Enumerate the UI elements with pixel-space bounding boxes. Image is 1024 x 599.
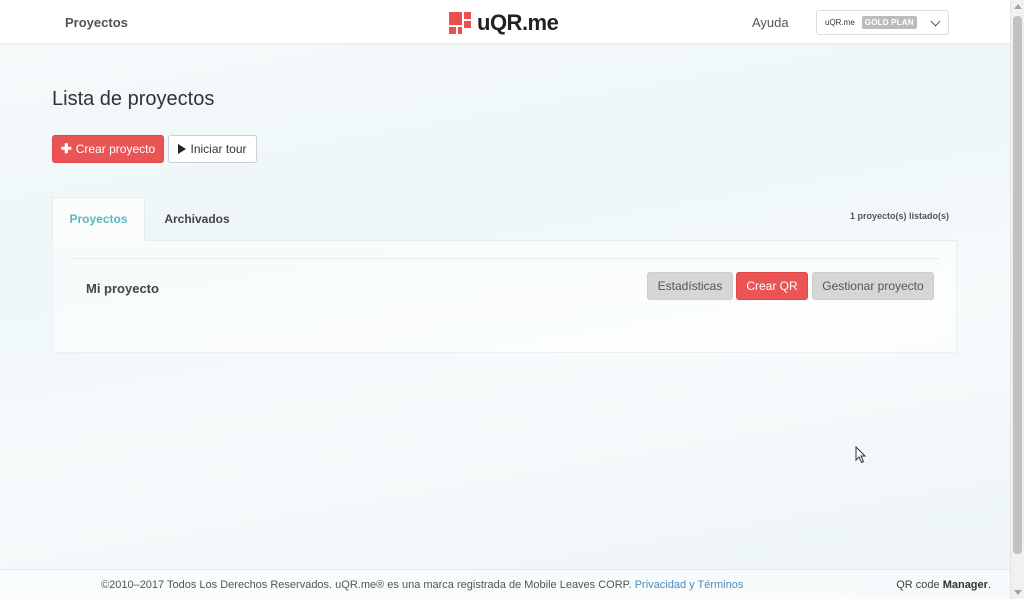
play-icon xyxy=(178,144,187,154)
start-tour-button[interactable]: Iniciar tour xyxy=(168,135,257,163)
account-name: uQR.me xyxy=(825,18,855,27)
chevron-down-icon xyxy=(930,16,941,27)
tab-projects[interactable]: Proyectos xyxy=(52,197,145,241)
nav-help-link[interactable]: Ayuda xyxy=(752,15,789,30)
scroll-down-icon[interactable] xyxy=(1014,590,1022,595)
privacy-link[interactable]: Privacidad xyxy=(635,579,686,591)
logo[interactable]: uQR.me xyxy=(449,10,559,36)
brand-bold: Manager xyxy=(942,579,988,591)
project-count: 1 proyecto(s) listado(s) xyxy=(849,211,949,221)
nav-projects-link[interactable]: Proyectos xyxy=(65,15,128,30)
manage-project-button[interactable]: Gestionar proyecto xyxy=(812,272,934,300)
footer: ©2010–2017 Todos Los Derechos Reservados… xyxy=(0,569,1010,599)
create-qr-button[interactable]: Crear QR xyxy=(736,272,808,300)
start-tour-label: Iniciar tour xyxy=(190,142,247,156)
and-text: y xyxy=(689,579,695,591)
divider xyxy=(71,258,939,259)
copyright-text: ©2010–2017 Todos Los Derechos Reservados… xyxy=(101,579,632,591)
page-title: Lista de proyectos xyxy=(52,88,215,110)
brand-prefix: QR code xyxy=(896,579,940,591)
page-background: Proyectos uQR.me Ayuda uQR.me GOLD PLAN … xyxy=(0,0,1010,599)
vertical-scrollbar[interactable] xyxy=(1010,0,1024,599)
statistics-button[interactable]: Estadísticas xyxy=(647,272,733,300)
footer-brand: QR code Manager. xyxy=(896,579,991,591)
logo-icon xyxy=(449,12,471,34)
footer-copyright: ©2010–2017 Todos Los Derechos Reservados… xyxy=(101,579,743,591)
project-name[interactable]: Mi proyecto xyxy=(86,281,159,296)
scroll-up-icon[interactable] xyxy=(1014,4,1022,9)
scroll-thumb[interactable] xyxy=(1013,16,1022,554)
plan-badge: GOLD PLAN xyxy=(861,16,917,29)
create-project-button[interactable]: ✚ Crear proyecto xyxy=(52,135,164,163)
project-list-panel: Mi proyecto Estadísticas Crear QR Gestio… xyxy=(52,241,957,353)
account-dropdown[interactable]: uQR.me GOLD PLAN xyxy=(816,10,949,35)
plus-icon: ✚ xyxy=(60,141,72,156)
top-navbar: Proyectos uQR.me Ayuda uQR.me GOLD PLAN xyxy=(0,0,1010,44)
mouse-cursor-icon xyxy=(855,446,867,464)
brand-suffix: . xyxy=(987,579,991,591)
tab-archived[interactable]: Archivados xyxy=(152,197,242,241)
create-project-label: Crear proyecto xyxy=(75,142,156,156)
project-tabs: Proyectos Archivados 1 proyecto(s) lista… xyxy=(52,197,957,241)
terms-link[interactable]: Términos xyxy=(698,579,744,591)
logo-text: uQR.me xyxy=(477,10,559,35)
